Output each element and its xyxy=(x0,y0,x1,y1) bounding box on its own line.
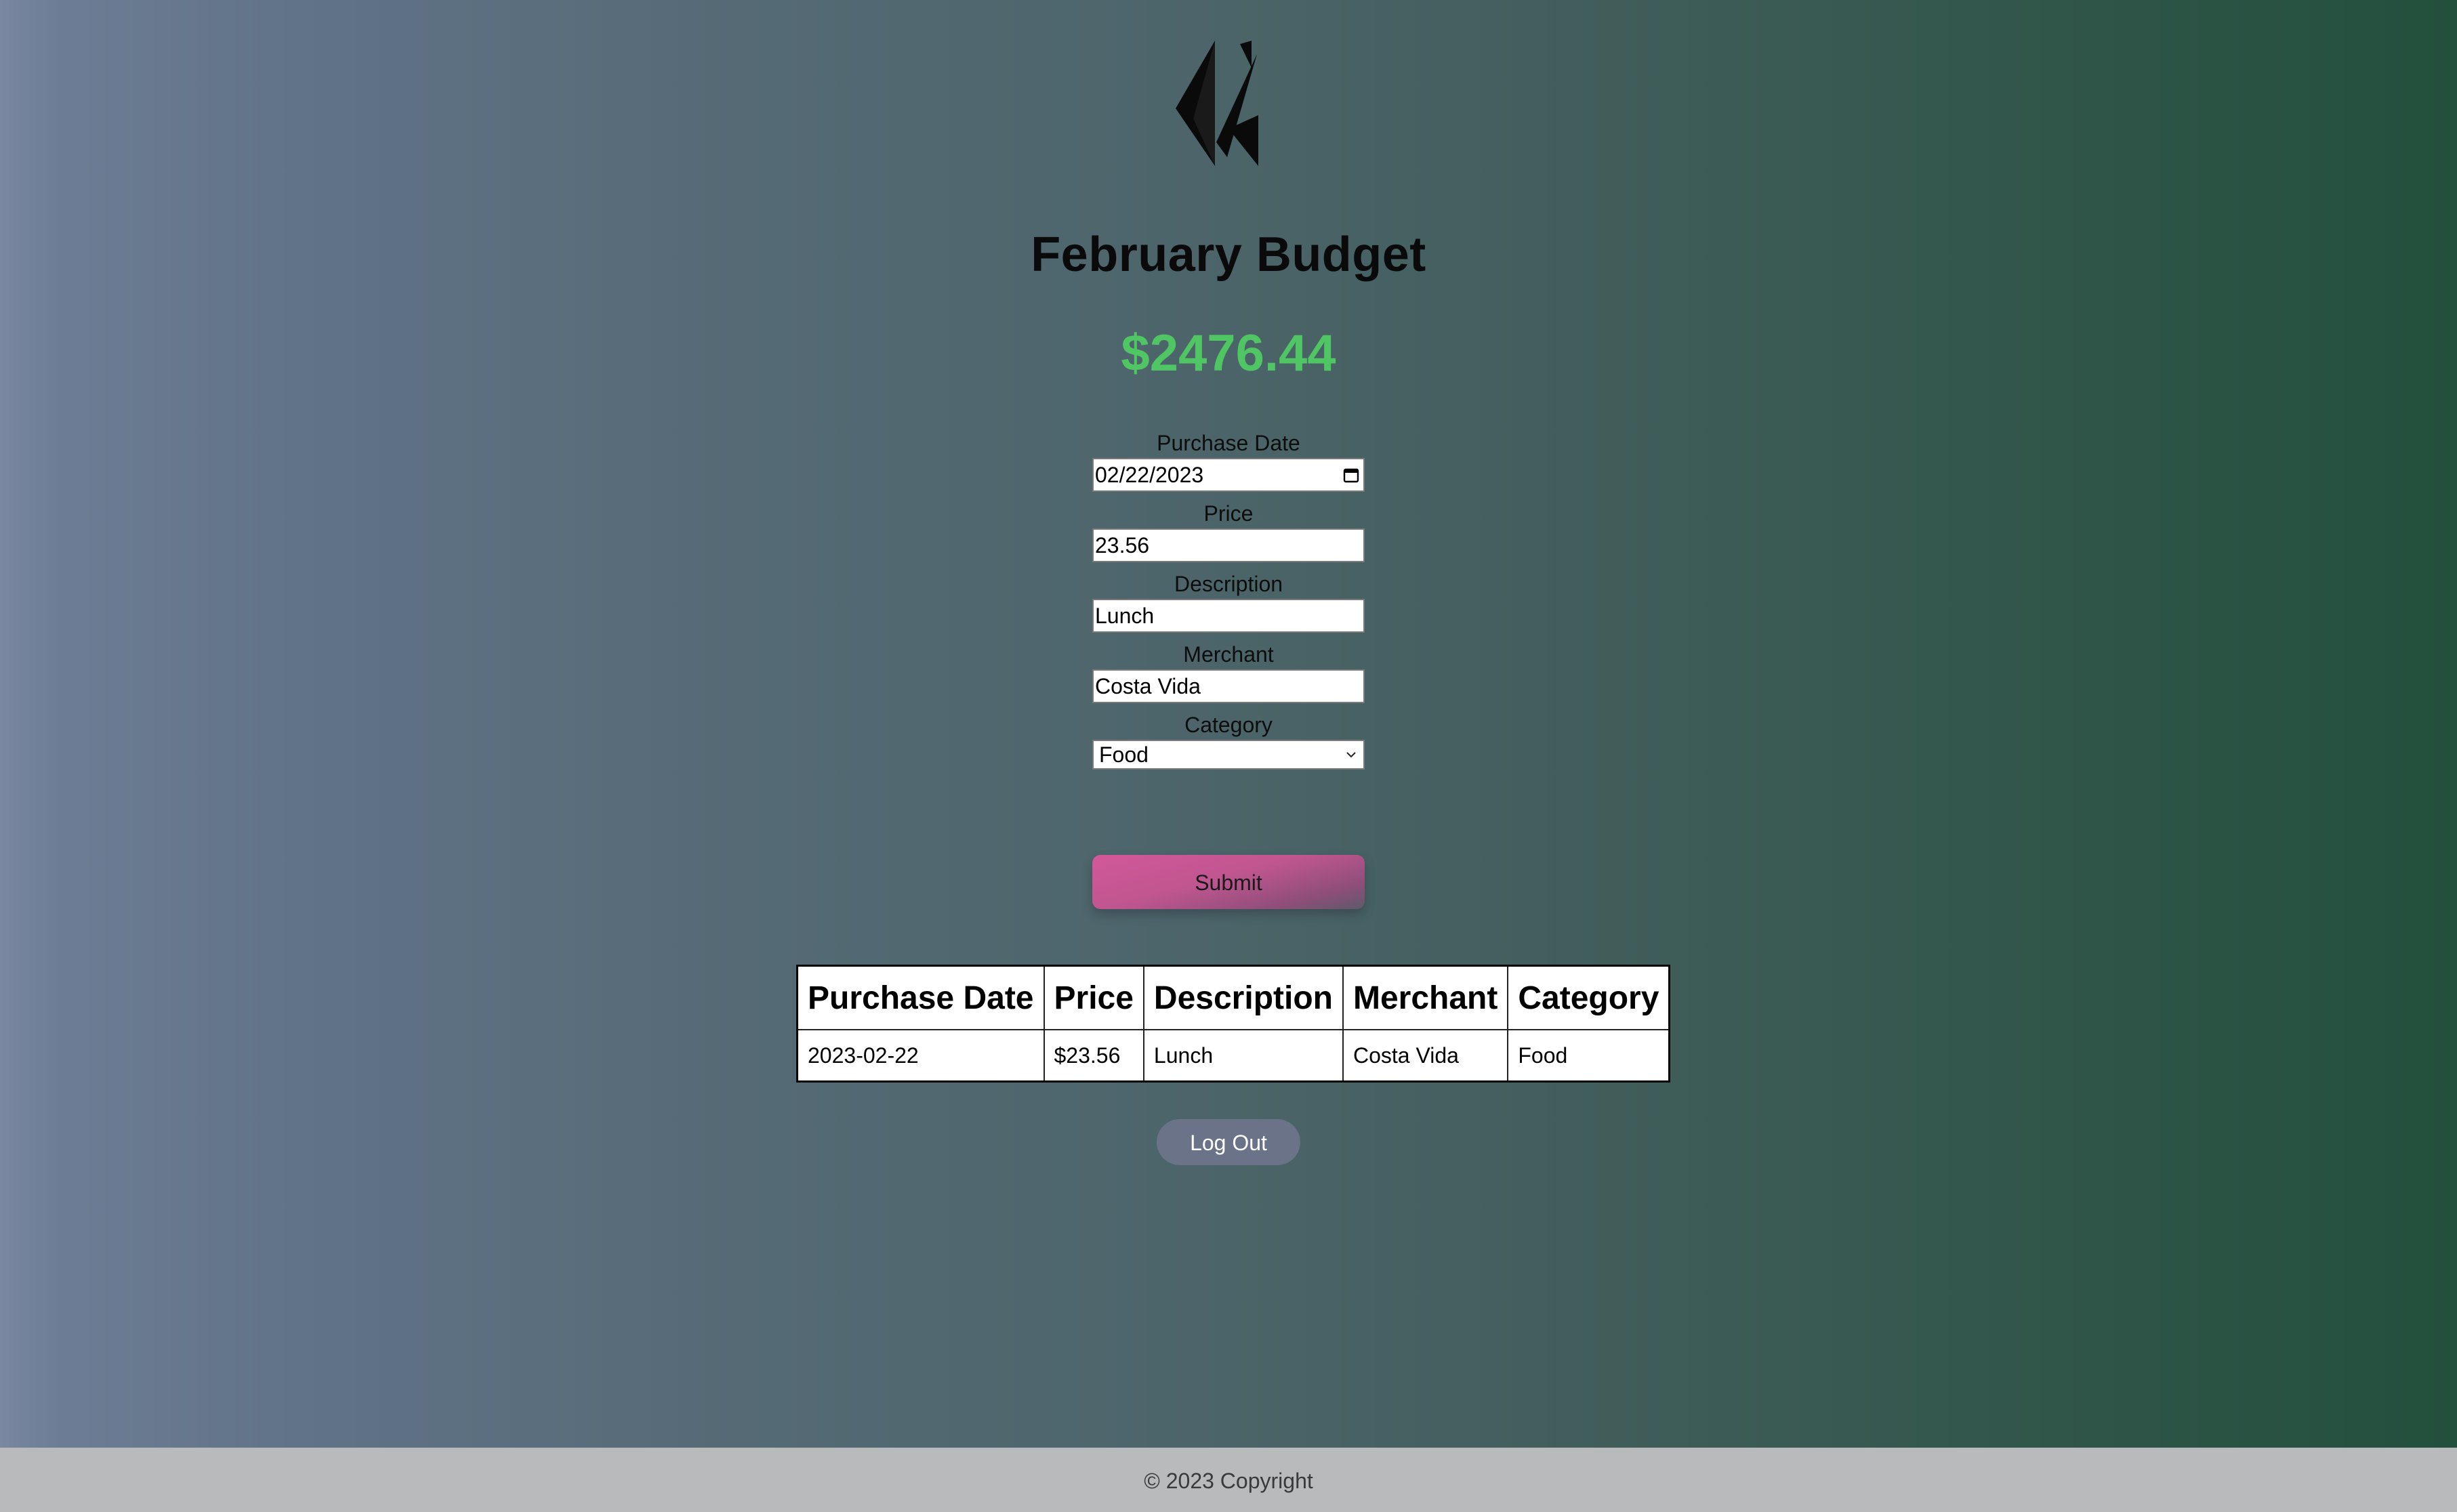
table-cell: 2023-02-22 xyxy=(796,1029,1045,1083)
price-input[interactable]: 23.56 xyxy=(1092,528,1365,562)
category-select[interactable]: Food xyxy=(1092,740,1365,770)
purchases-table: Purchase Date Price Description Merchant… xyxy=(796,965,1671,1083)
category-label: Category xyxy=(1184,713,1273,737)
price-label: Price xyxy=(1203,501,1254,526)
description-label: Description xyxy=(1174,572,1283,596)
chevron-down-icon xyxy=(1346,752,1356,758)
column-header: Category xyxy=(1507,965,1670,1030)
table-cell: Food xyxy=(1507,1029,1670,1083)
page: February Budget $2476.44 Purchase Date 0… xyxy=(0,0,2457,1512)
column-header: Description xyxy=(1142,965,1344,1030)
category-value: Food xyxy=(1099,742,1149,767)
footer: © 2023 Copyright xyxy=(0,1448,2457,1512)
description-input[interactable]: Lunch xyxy=(1092,599,1365,633)
table-header-row: Purchase Date Price Description Merchant… xyxy=(796,965,1670,1030)
log-out-button[interactable]: Log Out xyxy=(1157,1119,1300,1165)
submit-button[interactable]: Submit xyxy=(1092,855,1365,909)
merchant-value: Costa Vida xyxy=(1095,674,1201,698)
purchase-date-label: Purchase Date xyxy=(1157,431,1300,455)
logo-icon xyxy=(1176,41,1258,166)
column-header: Merchant xyxy=(1342,965,1509,1030)
table-cell: Lunch xyxy=(1142,1029,1344,1083)
description-value: Lunch xyxy=(1095,604,1155,628)
price-value: 23.56 xyxy=(1095,533,1150,558)
column-header: Price xyxy=(1043,965,1144,1030)
purchase-date-value: 02/22/2023 xyxy=(1095,463,1204,487)
merchant-label: Merchant xyxy=(1183,642,1274,667)
table-cell: Costa Vida xyxy=(1342,1029,1509,1083)
column-header: Purchase Date xyxy=(796,965,1045,1030)
merchant-input[interactable]: Costa Vida xyxy=(1092,669,1365,703)
budget-balance: $2476.44 xyxy=(1121,324,1336,382)
page-title: February Budget xyxy=(1031,228,1426,282)
purchase-form: Purchase Date 02/22/2023 Price 23.56 Des… xyxy=(1092,428,1365,776)
table-cell: $23.56 xyxy=(1043,1029,1144,1083)
main-content: February Budget $2476.44 Purchase Date 0… xyxy=(0,0,2457,1448)
copyright-text: © 2023 Copyright xyxy=(1144,1469,1313,1493)
purchase-date-input[interactable]: 02/22/2023 xyxy=(1092,458,1365,492)
table-row: 2023-02-22 $23.56 Lunch Costa Vida Food xyxy=(796,1029,1670,1083)
calendar-icon[interactable] xyxy=(1343,467,1359,483)
